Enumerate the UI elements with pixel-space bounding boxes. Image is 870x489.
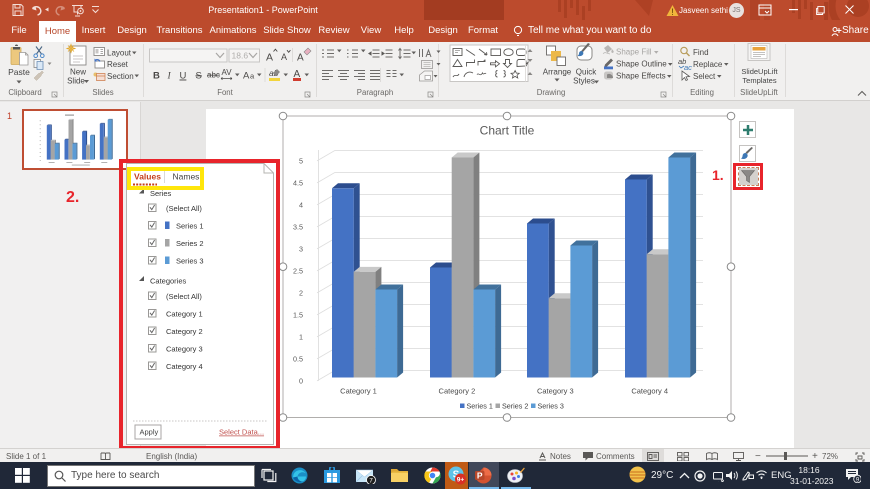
svg-text:18.6: 18.6 xyxy=(232,51,249,61)
svg-text:Slide: Slide xyxy=(67,77,85,86)
svg-text:SlideUpLift: SlideUpLift xyxy=(741,67,778,76)
svg-text:7: 7 xyxy=(369,478,373,485)
svg-text:5: 5 xyxy=(299,156,303,165)
svg-text:Section: Section xyxy=(107,72,134,81)
svg-text:Quick: Quick xyxy=(576,68,597,77)
svg-text:S: S xyxy=(196,71,202,82)
svg-text:AV: AV xyxy=(222,68,233,77)
svg-text:abc: abc xyxy=(207,71,220,80)
svg-text:A: A xyxy=(297,53,304,64)
svg-text:Series 2: Series 2 xyxy=(502,402,528,411)
svg-text:!: ! xyxy=(671,7,674,17)
svg-text:I: I xyxy=(167,72,172,82)
svg-text:Category 2: Category 2 xyxy=(439,387,476,396)
svg-text:ac: ac xyxy=(684,63,692,72)
svg-text:Series 3: Series 3 xyxy=(538,402,564,411)
svg-text:2.5: 2.5 xyxy=(293,266,303,275)
svg-text:B: B xyxy=(153,71,160,82)
svg-text:1.5: 1.5 xyxy=(293,310,303,319)
svg-text:4: 4 xyxy=(299,200,303,209)
svg-text:Templates: Templates xyxy=(742,76,776,85)
svg-text:Select: Select xyxy=(693,72,716,81)
svg-text:A: A xyxy=(281,52,287,62)
svg-text:4.5: 4.5 xyxy=(293,178,303,187)
svg-text:9+: 9+ xyxy=(457,477,465,484)
svg-text:New: New xyxy=(70,68,86,77)
svg-text:A: A xyxy=(266,52,273,64)
svg-text:Styles: Styles xyxy=(573,77,595,86)
svg-text:0: 0 xyxy=(299,376,303,385)
svg-text:1: 1 xyxy=(299,332,303,341)
svg-text:Category 4: Category 4 xyxy=(631,387,668,396)
svg-text:P: P xyxy=(477,470,483,480)
svg-text:Chart Title: Chart Title xyxy=(480,124,535,138)
svg-text:3: 3 xyxy=(299,244,303,253)
svg-text:a: a xyxy=(250,72,255,81)
svg-text:0.5: 0.5 xyxy=(293,354,303,363)
svg-text:U: U xyxy=(180,71,187,82)
svg-text:A: A xyxy=(243,71,250,82)
svg-text:Paste: Paste xyxy=(8,67,30,77)
svg-text:Shape Effects: Shape Effects xyxy=(616,72,666,81)
svg-text:Arrange: Arrange xyxy=(543,68,572,77)
svg-text:Shape Fill: Shape Fill xyxy=(616,48,652,57)
svg-text:Shape Outline: Shape Outline xyxy=(616,60,667,69)
svg-text:Series 1: Series 1 xyxy=(467,402,493,411)
svg-text:3.5: 3.5 xyxy=(293,222,303,231)
svg-text:2: 2 xyxy=(299,288,303,297)
svg-text:Replace: Replace xyxy=(693,60,723,69)
svg-text:Category 3: Category 3 xyxy=(537,387,574,396)
svg-text:Find: Find xyxy=(693,48,709,57)
svg-text:Reset: Reset xyxy=(107,60,129,69)
svg-text:Layout: Layout xyxy=(107,49,132,58)
svg-text:Category 1: Category 1 xyxy=(340,387,377,396)
